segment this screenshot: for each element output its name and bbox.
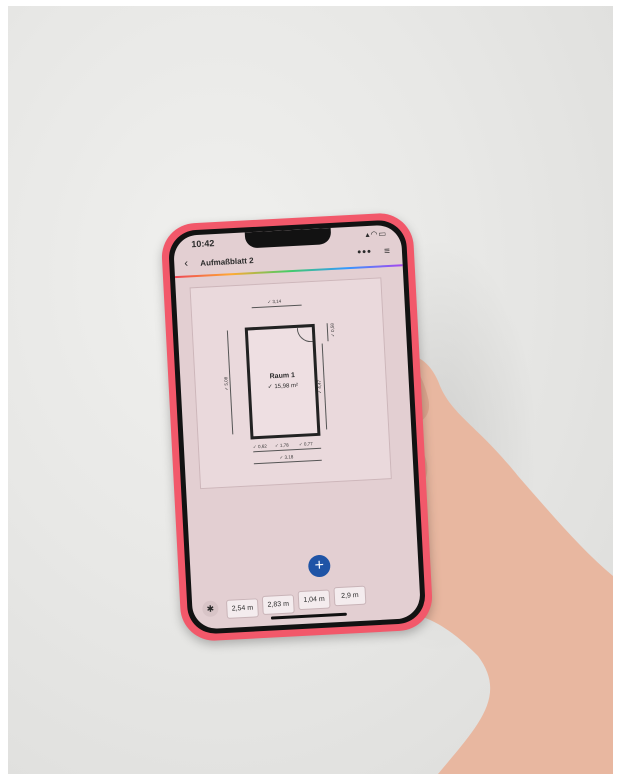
room-name: Raum 1	[269, 372, 296, 381]
floor-plan[interactable]: ✓ 3,14 ✓ 5,08 ✓ 0,58 ✓ 4,47 Raum 1 ✓ 15,…	[189, 277, 392, 490]
photo-background: 10:42 ▴◠▭ ‹ Aufmaßblatt 2 ••• ≡ ✓ 3,14 ✓…	[8, 6, 613, 774]
measurement-chip[interactable]: 2,9 m	[333, 585, 367, 607]
bluetooth-icon[interactable]: ✱	[201, 600, 219, 618]
door-arc	[296, 327, 313, 343]
dim-line-top	[251, 304, 302, 309]
measurement-chip[interactable]: 2,54 m	[225, 598, 259, 619]
menu-icon[interactable]: ≡	[384, 246, 390, 257]
dim-right-outer: ✓ 0,58	[329, 323, 336, 338]
dim-bottom-b: ✓ 1,78	[274, 442, 289, 449]
app-screen: 10:42 ▴◠▭ ‹ Aufmaßblatt 2 ••• ≡ ✓ 3,14 ✓…	[172, 224, 422, 630]
room-outline[interactable]: Raum 1 ✓ 15,98 m²	[244, 323, 321, 440]
measurement-chip[interactable]: 2,83 m	[261, 594, 295, 616]
room-area: ✓ 15,98 m²	[267, 382, 299, 391]
dim-bottom-total: ✓ 3,18	[279, 454, 294, 460]
smartphone: 10:42 ▴◠▭ ‹ Aufmaßblatt 2 ••• ≡ ✓ 3,14 ✓…	[160, 211, 434, 643]
dim-left: ✓ 5,08	[223, 376, 229, 391]
dim-bottom-c: ✓ 0,77	[298, 441, 313, 447]
add-button[interactable]: +	[307, 554, 331, 578]
dim-line-right-outer	[326, 323, 329, 342]
app-header: ‹ Aufmaßblatt 2 ••• ≡	[173, 244, 403, 279]
page-title: Aufmaßblatt 2	[200, 256, 254, 268]
measurement-chip[interactable]: 1,04 m	[297, 589, 331, 611]
dim-bottom-a: ✓ 0,62	[252, 443, 267, 450]
status-icons: ▴◠▭	[365, 229, 388, 240]
back-icon[interactable]: ‹	[184, 257, 188, 269]
more-icon[interactable]: •••	[357, 246, 372, 259]
phone-bezel: 10:42 ▴◠▭ ‹ Aufmaßblatt 2 ••• ≡ ✓ 3,14 ✓…	[167, 219, 427, 635]
dim-top: ✓ 3,14	[267, 298, 282, 305]
status-time: 10:42	[191, 238, 215, 250]
notch	[244, 227, 332, 249]
